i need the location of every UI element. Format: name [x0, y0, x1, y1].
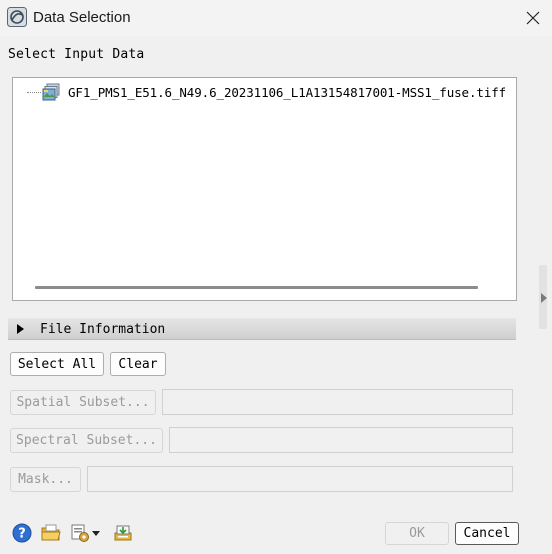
mask-button[interactable]: Mask...	[10, 467, 81, 492]
svg-text:?: ?	[18, 527, 26, 542]
title-bar: Data Selection	[0, 0, 552, 36]
expand-arrow-icon	[17, 324, 24, 334]
cancel-button[interactable]: Cancel	[455, 522, 519, 545]
file-information-header[interactable]: File Information	[8, 318, 516, 340]
mask-field[interactable]	[87, 466, 513, 492]
input-data-tree[interactable]: GF1_PMS1_E51.6_N49.6_20231106_L1A1315481…	[12, 77, 517, 301]
select-all-button[interactable]: Select All	[10, 352, 104, 376]
tree-item-file[interactable]: GF1_PMS1_E51.6_N49.6_20231106_L1A1315481…	[27, 82, 506, 102]
close-icon	[526, 11, 540, 25]
expand-right-icon	[541, 293, 547, 303]
app-icon	[7, 7, 27, 27]
spectral-subset-button[interactable]: Spectral Subset...	[10, 428, 163, 453]
raster-file-icon	[42, 83, 60, 101]
tree-connector	[27, 91, 41, 93]
spatial-subset-field[interactable]	[162, 389, 513, 415]
spatial-subset-button[interactable]: Spatial Subset...	[10, 390, 156, 415]
clear-button[interactable]: Clear	[110, 352, 166, 376]
select-input-data-label: Select Input Data	[8, 47, 145, 62]
open-folder-icon[interactable]	[41, 523, 61, 543]
file-name: GF1_PMS1_E51.6_N49.6_20231106_L1A1315481…	[68, 84, 507, 100]
help-icon[interactable]: ?	[12, 523, 32, 543]
close-button[interactable]	[518, 4, 548, 32]
window-title: Data Selection	[33, 9, 131, 26]
horizontal-scrollbar[interactable]	[35, 286, 478, 289]
spectral-subset-field[interactable]	[169, 427, 513, 453]
ok-button[interactable]: OK	[385, 522, 449, 545]
export-icon[interactable]	[113, 523, 133, 543]
options-dropdown-icon[interactable]	[70, 523, 102, 543]
file-information-label: File Information	[40, 322, 166, 337]
